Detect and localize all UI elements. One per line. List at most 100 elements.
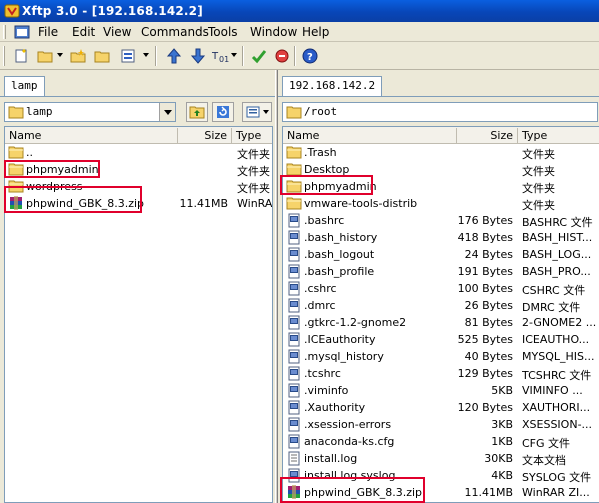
table-row[interactable]: .gtkrc-1.2-gnome2 81 Bytes 2-GNOME2 ... [283, 314, 599, 331]
file-icon [286, 349, 302, 364]
table-row[interactable]: install.log 30KB 文本文档 [283, 450, 599, 467]
column-header-type[interactable]: Type [518, 128, 599, 143]
disconnect-button[interactable] [272, 46, 292, 66]
highlight-box [280, 477, 425, 503]
menu-file[interactable]: File [38, 25, 58, 39]
column-header-name[interactable]: Name [283, 128, 457, 143]
file-name: .ICEauthority [304, 333, 376, 346]
upload-button[interactable] [164, 46, 184, 66]
file-size: 129 Bytes [457, 367, 513, 380]
remote-pane: 192.168.142.2 /root Name Size Type .Tras… [278, 70, 599, 503]
file-icon [286, 264, 302, 279]
folder-icon [8, 145, 24, 160]
menu-window[interactable]: Window [250, 25, 297, 39]
column-header-size[interactable]: Size [178, 128, 232, 143]
tab-local[interactable]: lamp [4, 76, 45, 96]
menu-help[interactable]: Help [302, 25, 329, 39]
file-name: .mysql_history [304, 350, 384, 363]
open-session-button[interactable] [35, 46, 55, 66]
table-row[interactable]: .mysql_history 40 Bytes MYSQL_HIS... [283, 348, 599, 365]
file-type: 文本文档 [522, 454, 566, 467]
menu-tools[interactable]: Tools [208, 25, 238, 39]
file-size: 525 Bytes [457, 333, 513, 346]
file-name: anaconda-ks.cfg [304, 435, 395, 448]
properties-dropdown-arrow[interactable] [143, 53, 149, 57]
table-row[interactable]: anaconda-ks.cfg 1KB CFG 文件 [283, 433, 599, 450]
toolbar-grip [3, 46, 5, 66]
open-dropdown-arrow[interactable] [57, 53, 63, 57]
file-name: vmware-tools-distrib [304, 197, 418, 210]
table-row[interactable]: .Xauthority 120 Bytes XAUTHORI... [283, 399, 599, 416]
file-icon [286, 332, 302, 347]
folder-icon [286, 196, 302, 211]
table-row[interactable]: .xsession-errors 3KB XSESSION-... [283, 416, 599, 433]
menu-view[interactable]: View [103, 25, 131, 39]
help-button[interactable]: ? [300, 46, 320, 66]
file-type: XAUTHORI... [522, 401, 591, 414]
column-header-type[interactable]: Type [232, 128, 272, 143]
properties-button[interactable] [118, 46, 138, 66]
new-session-button[interactable] [11, 46, 31, 66]
table-row[interactable]: .Trash 文件夹 [283, 144, 599, 161]
file-name: .bash_logout [304, 248, 375, 261]
table-row[interactable]: .bash_profile 191 Bytes BASH_PRO... [283, 263, 599, 280]
local-file-list[interactable]: Name Size Type .. 文件夹 phpmyadmin 文件夹 wordpre… [4, 126, 273, 503]
connect-button[interactable] [249, 46, 269, 66]
file-name: .cshrc [304, 282, 337, 295]
file-icon [286, 434, 302, 449]
local-parent-folder-button[interactable] [186, 102, 208, 122]
svg-text:?: ? [307, 52, 313, 63]
file-type: BASHRC 文件 [522, 216, 593, 229]
local-path-combobox[interactable]: lamp [4, 102, 176, 122]
file-type: TCSHRC 文件 [522, 369, 592, 382]
arrow-up-icon [166, 48, 182, 64]
file-icon [286, 383, 302, 398]
file-size: 11.41MB [464, 486, 513, 499]
tab-remote[interactable]: 192.168.142.2 [282, 76, 383, 96]
menu-commands[interactable]: Commands [141, 25, 209, 39]
toolbar-separator [155, 46, 157, 66]
column-header-size[interactable]: Size [457, 128, 518, 143]
table-row[interactable]: .bash_logout 24 Bytes BASH_LOG... [283, 246, 599, 263]
table-row[interactable]: vmware-tools-distrib 文件夹 [283, 195, 599, 212]
file-name: install.log [304, 452, 358, 465]
transfer-mode-button[interactable]: T 01 [210, 46, 230, 66]
folder-icon [286, 105, 302, 122]
new-folder-icon [70, 49, 86, 63]
table-row[interactable]: .ICEauthority 525 Bytes ICEAUTHO... [283, 331, 599, 348]
local-view-button[interactable] [242, 102, 272, 122]
file-name: .xsession-errors [304, 418, 392, 431]
menu-edit[interactable]: Edit [72, 25, 95, 39]
file-type: 文件夹 [237, 165, 270, 178]
table-row[interactable]: .cshrc 100 Bytes CSHRC 文件 [283, 280, 599, 297]
system-menu-icon[interactable] [14, 24, 30, 40]
file-type: CSHRC 文件 [522, 284, 586, 297]
column-header-name[interactable]: Name [5, 128, 178, 143]
file-type: 文件夹 [522, 182, 555, 195]
table-row[interactable]: .. 文件夹 [5, 144, 272, 161]
table-row[interactable]: .bash_history 418 Bytes BASH_HIST... [283, 229, 599, 246]
chevron-down-icon[interactable] [262, 110, 269, 114]
folder-icon [8, 105, 24, 122]
download-button[interactable] [188, 46, 208, 66]
file-type: SYSLOG 文件 [522, 471, 592, 484]
file-size: 100 Bytes [457, 282, 513, 295]
file-name: .. [26, 146, 33, 159]
file-name: .Trash [304, 146, 337, 159]
table-row[interactable]: .viminfo 5KB VIMINFO ... [283, 382, 599, 399]
file-type: 文件夹 [237, 148, 270, 161]
chevron-down-icon[interactable] [159, 103, 175, 121]
local-list-header: Name Size Type [5, 127, 272, 144]
table-row[interactable]: .tcshrc 129 Bytes TCSHRC 文件 [283, 365, 599, 382]
file-size: 418 Bytes [457, 231, 513, 244]
folder-button[interactable] [92, 46, 112, 66]
file-name: .Xauthority [304, 401, 366, 414]
local-refresh-button[interactable] [212, 102, 234, 122]
file-type: WinRAR [237, 197, 273, 210]
table-row[interactable]: .bashrc 176 Bytes BASHRC 文件 [283, 212, 599, 229]
file-size: 24 Bytes [464, 248, 513, 261]
new-folder-button[interactable] [68, 46, 88, 66]
transfer-mode-dropdown-arrow[interactable] [231, 53, 237, 57]
remote-path-field[interactable]: /root [282, 102, 598, 122]
table-row[interactable]: .dmrc 26 Bytes DMRC 文件 [283, 297, 599, 314]
